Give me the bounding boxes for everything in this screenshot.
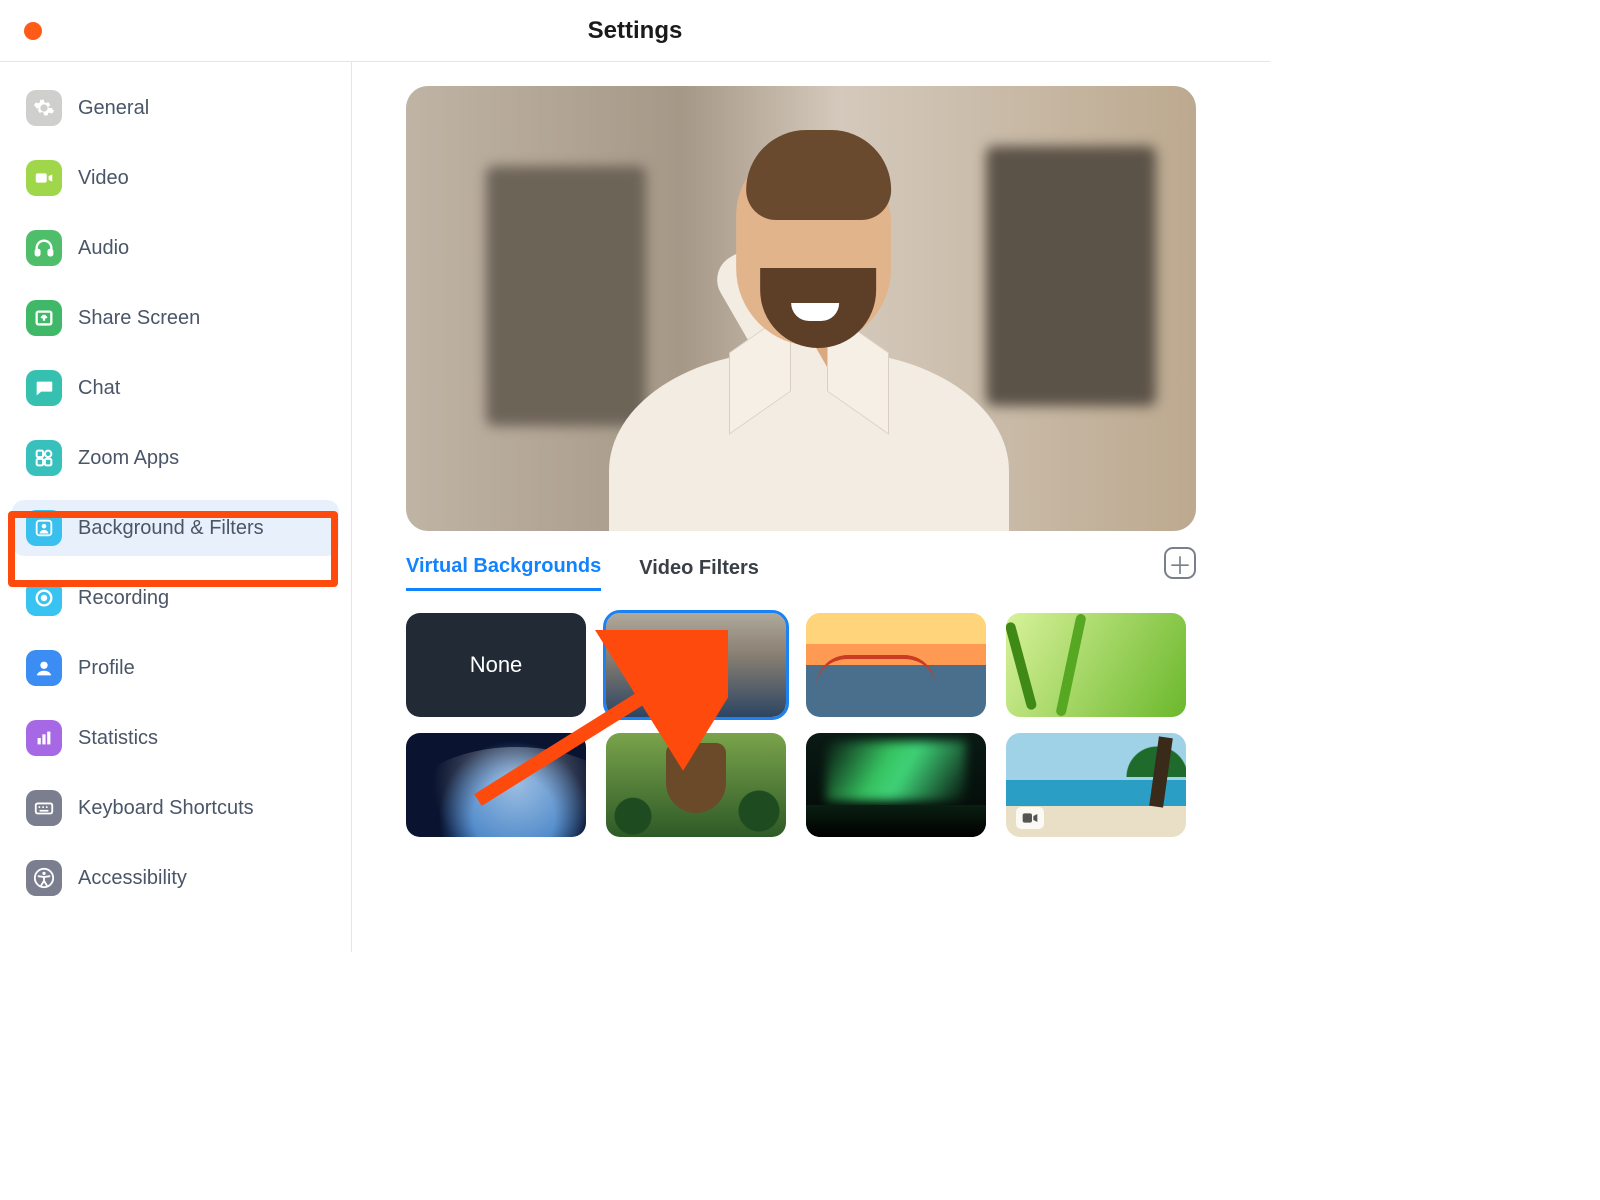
upload-icon bbox=[26, 300, 62, 336]
background-tile-image[interactable] bbox=[406, 733, 586, 837]
stats-icon bbox=[26, 720, 62, 756]
video-badge-icon bbox=[1016, 807, 1044, 829]
video-preview bbox=[406, 86, 1196, 531]
titlebar: Settings bbox=[0, 0, 1270, 62]
sidebar-item-general[interactable]: General bbox=[12, 80, 339, 136]
plus-icon: ＋ bbox=[1168, 546, 1192, 581]
sidebar-item-keyboard-shortcuts[interactable]: Keyboard Shortcuts bbox=[12, 780, 339, 836]
chat-icon bbox=[26, 370, 62, 406]
sidebar-item-label: Statistics bbox=[78, 727, 158, 750]
background-tile-none[interactable]: None bbox=[406, 613, 586, 717]
close-window-icon[interactable] bbox=[24, 22, 42, 40]
tile-label: None bbox=[470, 652, 523, 678]
background-tile-video[interactable] bbox=[806, 733, 986, 837]
background-tile-video[interactable] bbox=[1006, 733, 1186, 837]
person-box-icon bbox=[26, 510, 62, 546]
sidebar-item-label: Keyboard Shortcuts bbox=[78, 797, 254, 820]
background-tile-image[interactable] bbox=[806, 613, 986, 717]
window-title: Settings bbox=[588, 17, 683, 45]
sidebar-item-background-filters[interactable]: Background & Filters bbox=[12, 500, 339, 556]
sidebar-item-label: Zoom Apps bbox=[78, 447, 179, 470]
tile-label: Blur bbox=[676, 652, 715, 678]
layout: General Video Audio Share Screen Chat bbox=[0, 62, 1270, 952]
sidebar-item-statistics[interactable]: Statistics bbox=[12, 710, 339, 766]
background-grid: None Blur bbox=[406, 613, 1196, 837]
sidebar-item-profile[interactable]: Profile bbox=[12, 640, 339, 696]
sidebar-item-label: Chat bbox=[78, 377, 120, 400]
background-tile-image[interactable] bbox=[1006, 613, 1186, 717]
gear-icon bbox=[26, 90, 62, 126]
sidebar-item-label: Recording bbox=[78, 587, 169, 610]
tab-virtual-backgrounds[interactable]: Virtual Backgrounds bbox=[406, 549, 601, 591]
background-tile-blur[interactable]: Blur bbox=[606, 613, 786, 717]
profile-icon bbox=[26, 650, 62, 686]
sidebar-item-chat[interactable]: Chat bbox=[12, 360, 339, 416]
sidebar-item-label: Video bbox=[78, 167, 129, 190]
apps-icon bbox=[26, 440, 62, 476]
sidebar-item-label: Profile bbox=[78, 657, 135, 680]
sidebar-item-share-screen[interactable]: Share Screen bbox=[12, 290, 339, 346]
background-tile-image[interactable] bbox=[606, 733, 786, 837]
keyboard-icon bbox=[26, 790, 62, 826]
sidebar-item-label: Share Screen bbox=[78, 307, 200, 330]
sidebar-item-video[interactable]: Video bbox=[12, 150, 339, 206]
sidebar-item-label: Background & Filters bbox=[78, 517, 264, 540]
main-panel: Virtual Backgrounds Video Filters ＋ None… bbox=[352, 62, 1270, 952]
sidebar-item-label: General bbox=[78, 97, 149, 120]
video-badge-icon bbox=[816, 807, 844, 829]
accessibility-icon bbox=[26, 860, 62, 896]
sidebar-item-audio[interactable]: Audio bbox=[12, 220, 339, 276]
tabs: Virtual Backgrounds Video Filters ＋ bbox=[406, 549, 1196, 591]
sidebar-item-accessibility[interactable]: Accessibility bbox=[12, 850, 339, 906]
headphones-icon bbox=[26, 230, 62, 266]
sidebar-item-label: Accessibility bbox=[78, 867, 187, 890]
video-icon bbox=[26, 160, 62, 196]
tab-video-filters[interactable]: Video Filters bbox=[639, 551, 759, 590]
sidebar-item-zoom-apps[interactable]: Zoom Apps bbox=[12, 430, 339, 486]
sidebar: General Video Audio Share Screen Chat bbox=[0, 62, 352, 952]
sidebar-item-recording[interactable]: Recording bbox=[12, 570, 339, 626]
sidebar-item-label: Audio bbox=[78, 237, 129, 260]
add-background-button[interactable]: ＋ bbox=[1164, 547, 1196, 579]
record-icon bbox=[26, 580, 62, 616]
